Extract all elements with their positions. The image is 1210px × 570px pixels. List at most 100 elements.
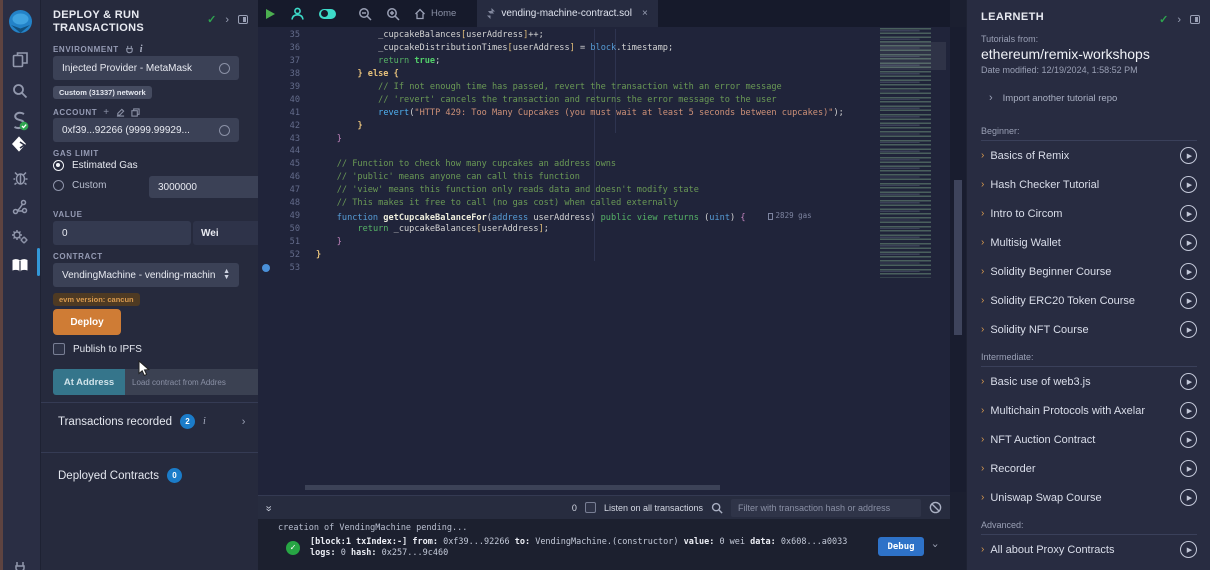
tutorial-item[interactable]: ›Solidity NFT Course▶ <box>967 315 1210 344</box>
gutter[interactable] <box>258 94 272 107</box>
ai-assistant-icon[interactable] <box>283 0 312 27</box>
scrollbar-thumb[interactable] <box>954 180 962 335</box>
close-tab-icon[interactable]: × <box>642 8 648 19</box>
gutter[interactable] <box>258 197 272 210</box>
remix-logo-icon[interactable] <box>0 6 40 38</box>
tutorial-expand-icon[interactable]: › <box>981 434 984 445</box>
home-tab[interactable]: Home <box>407 0 463 27</box>
filter-input[interactable] <box>731 499 921 517</box>
tutorial-expand-icon[interactable]: › <box>981 405 984 416</box>
gutter[interactable] <box>258 29 272 42</box>
transactions-info-icon[interactable]: i <box>203 416 206 427</box>
environment-select[interactable]: Injected Provider - MetaMask <box>53 56 239 80</box>
tutorial-play-button[interactable]: ▶ <box>1180 541 1197 558</box>
tutorial-expand-icon[interactable]: › <box>981 179 984 190</box>
tutorial-play-button[interactable]: ▶ <box>1180 205 1197 222</box>
plugin-settings-icon[interactable] <box>0 222 40 252</box>
import-expand-icon[interactable]: › <box>989 92 993 104</box>
gutter[interactable] <box>258 171 272 184</box>
contract-select[interactable]: VendingMachine - vending-machin ▲▼ <box>53 263 239 287</box>
tutorial-item[interactable]: ›Deploy with Libraries▶ <box>967 564 1210 570</box>
custom-gas-input[interactable]: 3000000 <box>149 176 275 198</box>
tutorial-play-button[interactable]: ▶ <box>1180 431 1197 448</box>
value-input[interactable]: 0 <box>53 221 191 245</box>
code-line[interactable]: 48// This makes it free to call (no gas … <box>258 197 950 210</box>
search-icon[interactable] <box>0 76 40 106</box>
gutter[interactable] <box>258 107 272 120</box>
tutorial-item[interactable]: ›Intro to Circom▶ <box>967 199 1210 228</box>
code-line[interactable]: 46// 'public' means anyone can call this… <box>258 171 950 184</box>
copy-account-icon[interactable] <box>131 108 140 117</box>
code-line[interactable]: 49function getCupcakeBalanceFor(address … <box>258 210 950 223</box>
tutorial-item[interactable]: ›Recorder▶ <box>967 454 1210 483</box>
tutorial-expand-icon[interactable]: › <box>981 463 984 474</box>
gutter[interactable] <box>258 81 272 94</box>
tutorial-play-button[interactable]: ▶ <box>1180 263 1197 280</box>
tutorial-expand-icon[interactable]: › <box>981 295 984 306</box>
tutorial-play-button[interactable]: ▶ <box>1180 321 1197 338</box>
zoom-out-icon[interactable] <box>351 0 379 27</box>
tutorial-play-button[interactable]: ▶ <box>1180 147 1197 164</box>
gutter[interactable] <box>258 184 272 197</box>
panel-scrollbar[interactable] <box>950 27 966 492</box>
account-select[interactable]: 0xf39...92266 (9999.99929... <box>53 118 239 142</box>
gutter[interactable] <box>258 223 272 236</box>
tutorial-expand-icon[interactable]: › <box>981 544 984 555</box>
panel-pin-icon[interactable] <box>238 15 248 24</box>
radio-estimated-gas[interactable] <box>53 160 64 171</box>
code-line[interactable]: 52} <box>258 249 950 262</box>
edit-account-icon[interactable] <box>116 108 125 117</box>
plugin-manager-icon[interactable] <box>0 552 40 570</box>
gutter[interactable] <box>258 158 272 171</box>
code-line[interactable]: 47// 'view' means this function only rea… <box>258 184 950 197</box>
code-lines[interactable]: 35_cupcakeBalances[userAddress]++;36_cup… <box>258 29 950 275</box>
code-line[interactable]: 50return _cupcakeBalances[userAddress]; <box>258 223 950 236</box>
learneth-collapse-icon[interactable]: › <box>1177 14 1181 26</box>
file-explorer-icon[interactable] <box>0 44 40 74</box>
deploy-button[interactable]: Deploy <box>53 309 121 335</box>
tutorial-item[interactable]: ›Multisig Wallet▶ <box>967 228 1210 257</box>
tutorial-item[interactable]: ›Basic use of web3.js▶ <box>967 367 1210 396</box>
tutorial-play-button[interactable]: ▶ <box>1180 292 1197 309</box>
code-line[interactable]: 53 <box>258 262 950 275</box>
code-line[interactable]: 41revert("HTTP 429: Too Many Cupcakes (y… <box>258 107 950 120</box>
tx-entry[interactable]: [block:1 txIndex:-] from: 0xf39...92266 … <box>310 537 870 559</box>
gas-estimated-option[interactable]: Estimated Gas <box>53 160 138 171</box>
tutorial-expand-icon[interactable]: › <box>981 150 984 161</box>
code-line[interactable]: 44 <box>258 145 950 158</box>
panel-collapse-icon[interactable]: › <box>225 14 229 26</box>
info-icon[interactable]: i <box>140 44 143 55</box>
import-repo-row[interactable]: › Import another tutorial repo <box>989 92 1117 104</box>
tutorial-play-button[interactable]: ▶ <box>1180 489 1197 506</box>
terminal-log[interactable]: creation of VendingMachine pending... ✓ … <box>258 519 950 570</box>
tutorial-expand-icon[interactable]: › <box>981 376 984 387</box>
breakpoint-dot[interactable] <box>258 262 272 275</box>
gutter[interactable] <box>258 133 272 146</box>
terminal-collapse-icon[interactable]: » <box>263 505 275 510</box>
tutorial-expand-icon[interactable]: › <box>981 324 984 335</box>
tutorial-expand-icon[interactable]: › <box>981 266 984 277</box>
tutorial-play-button[interactable]: ▶ <box>1180 176 1197 193</box>
account-options-icon[interactable] <box>219 125 230 136</box>
tutorial-play-button[interactable]: ▶ <box>1180 460 1197 477</box>
horizontal-scrollbar[interactable] <box>258 484 950 491</box>
add-account-icon[interactable]: + <box>103 107 109 118</box>
code-line[interactable]: 40// 'revert' cancels the transaction an… <box>258 94 950 107</box>
gutter[interactable] <box>258 42 272 55</box>
minimap-slider[interactable] <box>880 42 946 70</box>
code-line[interactable]: 38} else { <box>258 68 950 81</box>
gutter[interactable] <box>258 249 272 262</box>
code-line[interactable]: 51} <box>258 236 950 249</box>
debug-button[interactable]: Debug <box>878 537 924 556</box>
ai-toggle-icon[interactable] <box>312 0 343 27</box>
code-line[interactable]: 42} <box>258 120 950 133</box>
transactions-recorded-row[interactable]: Transactions recorded 2 i › <box>58 414 286 429</box>
code-line[interactable]: 37return true; <box>258 55 950 68</box>
clear-console-icon[interactable] <box>929 501 942 514</box>
code-line[interactable]: 45// Function to check how many cupcakes… <box>258 158 950 171</box>
code-editor[interactable]: 35_cupcakeBalances[userAddress]++;36_cup… <box>258 27 950 484</box>
publish-ipfs-checkbox[interactable] <box>53 343 65 355</box>
run-script-icon[interactable] <box>258 0 283 27</box>
gutter[interactable] <box>258 145 272 158</box>
tutorial-item[interactable]: ›Solidity Beginner Course▶ <box>967 257 1210 286</box>
